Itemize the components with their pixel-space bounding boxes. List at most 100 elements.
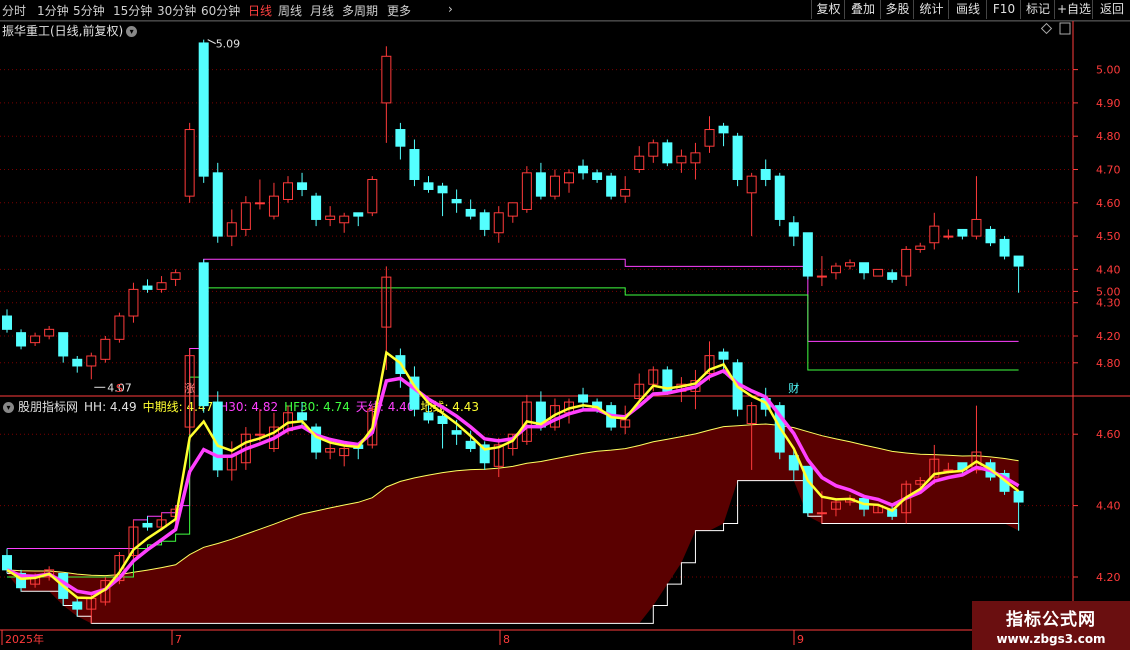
candle-body <box>873 268 884 277</box>
candle-body <box>58 332 69 357</box>
candle-body <box>100 338 111 360</box>
candle-body <box>493 212 504 234</box>
candle-body <box>648 142 659 157</box>
candle-body <box>184 129 195 197</box>
candle-body <box>592 172 603 180</box>
candle-body <box>606 175 617 197</box>
date-label: 8 <box>503 633 510 646</box>
indicator-tick-label: 4.20 <box>1096 571 1121 584</box>
indicator-candle-body <box>311 426 322 453</box>
candle-body <box>156 282 167 290</box>
date-label: 7 <box>175 633 182 646</box>
candle-body <box>704 129 715 147</box>
price-tick-label: 4.20 <box>1096 330 1121 343</box>
price-tick-label: 4.50 <box>1096 230 1121 243</box>
candle-body <box>760 169 771 180</box>
event-marker-zhang: 涨 <box>184 382 195 395</box>
candle-body <box>367 178 378 214</box>
indicator-candle-body <box>578 394 589 403</box>
candle-body <box>339 215 350 224</box>
candle-body <box>283 182 293 200</box>
candle-body <box>479 212 490 230</box>
candle-body <box>212 172 223 237</box>
candle-body <box>507 202 518 217</box>
candle-body <box>170 272 181 280</box>
candle-body <box>114 315 125 340</box>
candle-body <box>746 175 757 194</box>
candle-body <box>395 129 406 147</box>
candle-body <box>451 198 462 204</box>
candle-body <box>381 55 392 104</box>
candle-body <box>845 262 855 267</box>
indicator-tick-label: 4.60 <box>1096 428 1121 441</box>
candle-body <box>690 152 701 164</box>
candle-body <box>240 202 251 230</box>
candle-body <box>268 195 279 217</box>
candle-body <box>142 285 153 290</box>
indicator-candle-body <box>2 555 12 571</box>
arrow-icon <box>207 39 216 45</box>
candle-body <box>676 155 687 164</box>
candle-body <box>128 288 139 317</box>
indicator-candle-body <box>254 433 265 436</box>
candle-body <box>788 222 799 237</box>
price-tick-label: 4.60 <box>1096 197 1121 210</box>
candle-body <box>1013 255 1024 267</box>
watermark-title: 指标公式网 <box>1006 610 1096 630</box>
price-tick-label: 4.80 <box>1096 130 1121 143</box>
price-tick-label: 4.70 <box>1096 164 1121 177</box>
indicator-candle-body <box>423 412 434 421</box>
candle-body <box>732 135 743 180</box>
candle-body <box>578 165 589 174</box>
candle-body <box>620 188 631 197</box>
indicator-candle-body <box>212 401 223 471</box>
indicator-candle-body <box>465 440 476 449</box>
candle-body <box>662 142 673 164</box>
candle-body <box>957 228 968 237</box>
high-price-annotation: 5.09 <box>216 38 241 51</box>
indicator-candle-body <box>1013 490 1024 503</box>
watermark: 指标公式网 www.zbgs3.com <box>972 601 1130 650</box>
candle-body <box>830 265 841 274</box>
candle-body <box>30 335 41 344</box>
indicator-tick-label: 5.00 <box>1096 285 1121 298</box>
candle-body <box>971 218 982 237</box>
indicator-candle-body <box>816 512 827 515</box>
candle-body <box>816 275 827 278</box>
watermark-url: www.zbgs3.com <box>996 632 1106 646</box>
price-tick-label: 4.90 <box>1096 97 1121 110</box>
indicator-candle-body <box>142 522 153 528</box>
candle-body <box>985 228 996 244</box>
candle-body <box>521 172 532 210</box>
candle-body <box>325 215 336 220</box>
candle-body <box>802 232 813 277</box>
candle-body <box>535 172 546 197</box>
price-tick-label: 4.30 <box>1096 297 1121 310</box>
candle-body <box>718 125 729 134</box>
date-label: 9 <box>797 633 804 646</box>
candle-body <box>564 172 574 184</box>
candle-body <box>929 225 940 244</box>
date-label: 2025年 <box>5 632 44 646</box>
indicator-candle-body <box>198 262 209 407</box>
candle-body <box>465 208 476 217</box>
candle-body <box>943 235 954 238</box>
indicator-tick-label: 4.40 <box>1096 500 1121 513</box>
candle-body <box>226 222 237 237</box>
indicator-candle-body <box>437 415 448 424</box>
indicator-candle-body <box>451 430 462 435</box>
candle-body <box>859 262 870 274</box>
diamond-icon <box>1040 22 1053 35</box>
price-tick-label: 5.00 <box>1096 64 1121 77</box>
indicator-tick-label: 4.80 <box>1096 357 1121 370</box>
candle-body <box>86 355 97 367</box>
indicator-candle-body <box>718 351 729 360</box>
kline-chart[interactable]: 5.00 4.90 4.80 4.70 4.60 4.50 4.40 4.30 4.20 5.00… <box>0 0 1130 650</box>
candle-body <box>297 182 308 190</box>
price-tick-label: 4.40 <box>1096 263 1121 276</box>
candle-body <box>44 328 55 337</box>
event-marker-s: S <box>116 382 123 395</box>
candle-body <box>999 238 1010 257</box>
candle-body <box>901 248 912 277</box>
candle-body <box>887 272 898 280</box>
